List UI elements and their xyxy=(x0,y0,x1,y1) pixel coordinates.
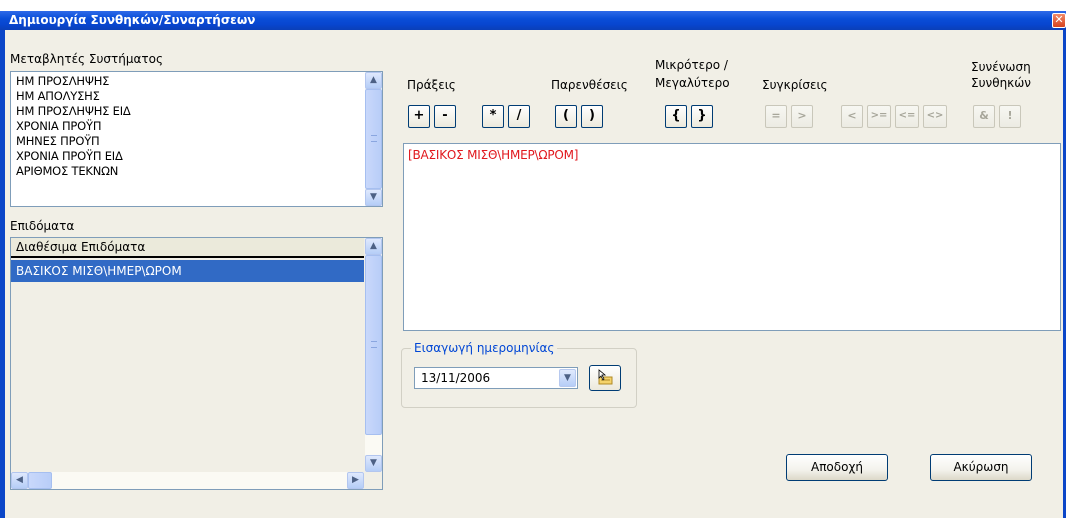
scroll-thumb[interactable] xyxy=(365,89,382,189)
greater-equal-button[interactable]: >= xyxy=(867,105,891,128)
allowances-column-header[interactable]: Διαθέσιμα Επιδόματα xyxy=(11,238,364,258)
plus-button[interactable]: + xyxy=(408,105,430,128)
scroll-right-icon[interactable]: ▶ xyxy=(347,472,364,489)
accept-button[interactable]: Αποδοχή xyxy=(786,454,888,481)
minus-button[interactable]: - xyxy=(434,105,456,128)
list-item[interactable]: ΧΡΟΝΙΑ ΠΡΟΫΠ xyxy=(13,119,364,134)
less-greater-label-2: Μεγαλύτερο xyxy=(655,76,730,90)
not-button[interactable]: ! xyxy=(999,105,1021,128)
list-item[interactable]: ΑΡΙΘΜΟΣ ΤΕΚΝΩΝ xyxy=(13,164,364,179)
list-item[interactable]: ΗΜ ΑΠΟΛΥΣΗΣ xyxy=(13,89,364,104)
less-button[interactable]: < xyxy=(841,105,863,128)
chevron-down-icon[interactable]: ▼ xyxy=(559,369,576,387)
parentheses-label: Παρενθέσεις xyxy=(551,78,628,92)
allowances-vscrollbar[interactable]: ▲ ▼ xyxy=(365,238,382,472)
allowances-hscrollbar[interactable]: ◀ ▶ xyxy=(11,472,364,489)
allowance-row-selected[interactable]: ΒΑΣΙΚΟΣ ΜΙΣΘ\ΗΜΕΡ\ΩΡΟΜ xyxy=(11,260,364,282)
system-vars-label: Μεταβλητές Συστήματος xyxy=(10,52,164,66)
equals-button[interactable]: = xyxy=(765,105,787,128)
dialog-window: Δημιουργία Συνθηκών/Συναρτήσεων ✕ Μεταβλ… xyxy=(0,0,1066,518)
date-group-legend: Εισαγωγή ημερομηνίας xyxy=(411,341,558,355)
and-button[interactable]: & xyxy=(973,105,995,128)
dialog-client-area: Μεταβλητές Συστήματος ΗΜ ΠΡΟΣΛΗΨΗΣ ΗΜ ΑΠ… xyxy=(5,30,1063,518)
calendar-picker-icon xyxy=(598,369,613,385)
scroll-thumb-horizontal[interactable] xyxy=(28,472,52,489)
less-equal-button[interactable]: <= xyxy=(895,105,919,128)
scroll-thumb[interactable] xyxy=(365,255,382,435)
close-button[interactable]: ✕ xyxy=(1052,13,1066,28)
system-vars-items: ΗΜ ΠΡΟΣΛΗΨΗΣ ΗΜ ΑΠΟΛΥΣΗΣ ΗΜ ΠΡΟΣΛΗΨΗΣ ΕΙ… xyxy=(13,74,364,179)
calendar-picker-button[interactable] xyxy=(589,365,621,391)
allowances-listbox[interactable]: Διαθέσιμα Επιδόματα ΒΑΣΙΚΟΣ ΜΙΣΘ\ΗΜΕΡ\ΩΡ… xyxy=(10,237,383,490)
title-bar[interactable]: Δημιουργία Συνθηκών/Συναρτήσεων ✕ xyxy=(0,11,1066,30)
scroll-corner xyxy=(364,472,382,489)
conjunction-label-2: Συνθηκών xyxy=(971,76,1031,90)
system-vars-scrollbar[interactable]: ▲ ▼ xyxy=(365,72,382,206)
list-item[interactable]: ΜΗΝΕΣ ΠΡΟΫΠ xyxy=(13,134,364,149)
cancel-button[interactable]: Ακύρωση xyxy=(930,454,1032,481)
scroll-down-icon[interactable]: ▼ xyxy=(365,189,382,206)
conjunction-label-1: Συνένωση xyxy=(971,60,1031,74)
close-brace-button[interactable]: } xyxy=(691,105,713,128)
allowances-label: Επιδόματα xyxy=(10,219,75,233)
open-brace-button[interactable]: { xyxy=(665,105,687,128)
less-greater-label-1: Μικρότερο / xyxy=(655,58,728,72)
date-value: 13/11/2006 xyxy=(421,371,491,385)
expression-editor[interactable]: [ΒΑΣΙΚΟΣ ΜΙΣΘ\ΗΜΕΡ\ΩΡΟΜ] xyxy=(403,143,1061,331)
list-item[interactable]: ΗΜ ΠΡΟΣΛΗΨΗΣ xyxy=(13,74,364,89)
list-item[interactable]: ΗΜ ΠΡΟΣΛΗΨΗΣ ΕΙΔ xyxy=(13,104,364,119)
system-vars-listbox[interactable]: ΗΜ ΠΡΟΣΛΗΨΗΣ ΗΜ ΑΠΟΛΥΣΗΣ ΗΜ ΠΡΟΣΛΗΨΗΣ ΕΙ… xyxy=(10,71,383,207)
not-equal-button[interactable]: <> xyxy=(923,105,947,128)
comparisons-label: Συγκρίσεις xyxy=(762,78,828,92)
multiply-button[interactable]: * xyxy=(482,105,504,128)
scroll-up-icon[interactable]: ▲ xyxy=(365,72,382,89)
scroll-down-icon[interactable]: ▼ xyxy=(365,455,382,472)
divide-button[interactable]: / xyxy=(508,105,530,128)
scroll-left-icon[interactable]: ◀ xyxy=(11,472,28,489)
date-combobox[interactable]: 13/11/2006 ▼ xyxy=(414,367,578,389)
window-title: Δημιουργία Συνθηκών/Συναρτήσεων xyxy=(9,13,256,27)
close-paren-button[interactable]: ) xyxy=(581,105,603,128)
greater-button[interactable]: > xyxy=(791,105,813,128)
scroll-up-icon[interactable]: ▲ xyxy=(365,238,382,255)
expression-text: [ΒΑΣΙΚΟΣ ΜΙΣΘ\ΗΜΕΡ\ΩΡΟΜ] xyxy=(408,148,579,162)
open-paren-button[interactable]: ( xyxy=(555,105,577,128)
operations-label: Πράξεις xyxy=(407,78,456,92)
list-item[interactable]: ΧΡΟΝΙΑ ΠΡΟΫΠ ΕΙΔ xyxy=(13,149,364,164)
